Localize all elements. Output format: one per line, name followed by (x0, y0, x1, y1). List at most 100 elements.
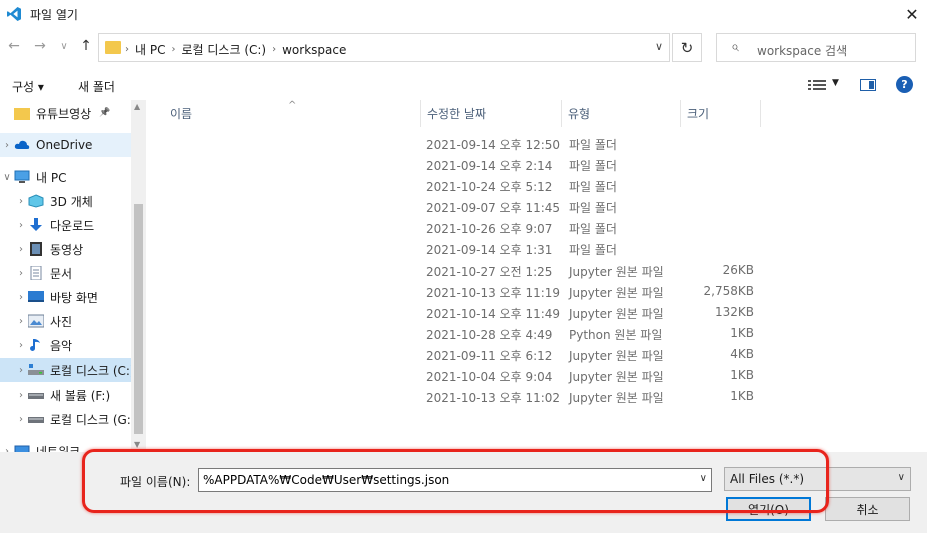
file-date: 2021-09-14 오후 12:50 (426, 138, 561, 152)
scroll-down-icon[interactable]: ▼ (134, 440, 140, 449)
navigation-pane: 유튜브영상 📌 › OneDrive ∨ 내 PC › 3D 개체 › 다운로드… (0, 100, 146, 452)
file-type: Jupyter 원본 파일 (569, 370, 664, 384)
close-icon[interactable]: ✕ (897, 0, 927, 28)
pin-icon[interactable]: 📌 (99, 108, 110, 118)
file-type: 파일 폴더 (569, 159, 617, 173)
address-bar[interactable]: › 내 PC › 로컬 디스크 (C:) › workspace ∨ (98, 33, 670, 62)
filename-label: 파일 이름(N): (120, 475, 191, 489)
filename-input[interactable]: %APPDATA%₩Code₩User₩settings.json ∨ (198, 468, 712, 492)
file-row[interactable]: 2021-10-04 오후 9:04 Jupyter 원본 파일 1KB (148, 365, 927, 386)
nav-item-onedrive[interactable]: › OneDrive (0, 133, 131, 157)
column-header-label: 이름 (170, 107, 193, 121)
file-row[interactable]: 2021-09-14 오후 12:50 파일 폴더 (148, 133, 927, 154)
nav-item-downloads[interactable]: › 다운로드 (0, 213, 131, 237)
command-bar: 구성 ▾ 새 폴더 ▼ ? (0, 70, 927, 100)
open-button[interactable]: 열기(O) (726, 497, 811, 521)
nav-item-documents[interactable]: › 문서 (0, 261, 131, 285)
file-type: Jupyter 원본 파일 (569, 391, 664, 405)
forward-icon[interactable]: → (30, 38, 50, 54)
nav-item-this-pc[interactable]: ∨ 내 PC (0, 165, 131, 189)
nav-item-music[interactable]: › 음악 (0, 333, 131, 357)
breadcrumb-item-pc[interactable]: 내 PC (135, 41, 165, 58)
expand-chevron-icon[interactable]: › (0, 340, 28, 351)
nav-item-network[interactable]: › 네트워크 (0, 439, 131, 452)
file-type: 파일 폴더 (569, 180, 617, 194)
file-row[interactable]: 2021-10-14 오후 11:49 Jupyter 원본 파일 132KB (148, 302, 927, 323)
file-type: Jupyter 원본 파일 (569, 286, 664, 300)
nav-item-local-disk-g[interactable]: › 로컬 디스크 (G:) (0, 407, 131, 431)
chevron-down-icon[interactable]: ∨ (898, 472, 905, 483)
nav-item-3d-objects[interactable]: › 3D 개체 (0, 189, 131, 213)
file-date: 2021-09-11 오후 6:12 (426, 349, 553, 363)
file-row[interactable]: 2021-10-24 오후 5:12 파일 폴더 (148, 175, 927, 196)
view-dropdown-icon[interactable]: ▼ (832, 78, 839, 88)
preview-pane-icon[interactable] (860, 79, 876, 91)
chevron-down-icon[interactable]: ∨ (700, 473, 707, 484)
nav-item-label: 사진 (50, 314, 73, 329)
file-date: 2021-10-13 오후 11:02 (426, 391, 561, 405)
expand-chevron-icon[interactable]: › (0, 196, 28, 207)
organize-button[interactable]: 구성 ▾ (12, 78, 44, 95)
nav-item-label: OneDrive (36, 138, 93, 152)
help-icon[interactable]: ? (896, 76, 913, 93)
file-date: 2021-10-24 오후 5:12 (426, 180, 553, 194)
cancel-button[interactable]: 취소 (825, 497, 910, 521)
window-title: 파일 열기 (30, 8, 78, 22)
back-icon[interactable]: ← (4, 38, 24, 54)
search-placeholder: workspace 검색 (757, 44, 848, 58)
file-row[interactable]: 2021-10-13 오후 11:02 Jupyter 원본 파일 1KB (148, 386, 927, 407)
expand-chevron-icon[interactable]: › (0, 292, 28, 303)
nav-item-youtube-folder[interactable]: 유튜브영상 📌 (0, 101, 131, 125)
search-input[interactable]: ⌕ workspace 검색 (716, 33, 916, 62)
folder-icon (14, 107, 30, 120)
file-row[interactable]: 2021-10-13 오후 11:19 Jupyter 원본 파일 2,758KB (148, 281, 927, 302)
expand-chevron-icon[interactable]: › (0, 365, 28, 376)
up-folder-icon[interactable]: ↑ (76, 38, 96, 54)
expand-chevron-icon[interactable]: › (0, 268, 28, 279)
chevron-down-icon[interactable]: ∨ (655, 40, 663, 53)
vscode-icon (7, 7, 21, 21)
file-list: 이름 ^ 수정한 날짜 유형 크기 2021-09-14 오후 12:50 파일 … (148, 100, 927, 452)
nav-item-label: 네트워크 (36, 444, 81, 453)
file-row[interactable]: 2021-09-14 오후 1:31 파일 폴더 (148, 238, 927, 259)
file-row[interactable]: 2021-09-07 오후 11:45 파일 폴더 (148, 196, 927, 217)
nav-item-videos[interactable]: › 동영상 (0, 237, 131, 261)
expand-chevron-icon[interactable]: › (0, 244, 28, 255)
expand-chevron-icon[interactable]: › (0, 414, 28, 425)
new-folder-button[interactable]: 새 폴더 (78, 78, 115, 95)
file-size: 1KB (730, 326, 754, 340)
column-header-size[interactable]: 크기 (681, 100, 761, 127)
column-header-label: 유형 (568, 107, 591, 121)
expand-chevron-icon[interactable]: › (0, 316, 28, 327)
scroll-up-icon[interactable]: ▲ (134, 102, 140, 111)
file-size: 1KB (730, 389, 754, 403)
nav-item-new-volume-f[interactable]: › 새 볼륨 (F:) (0, 383, 131, 407)
file-date: 2021-10-14 오후 11:49 (426, 307, 561, 321)
expand-chevron-icon[interactable]: › (0, 390, 28, 401)
file-row[interactable]: 2021-10-28 오후 4:49 Python 원본 파일 1KB (148, 323, 927, 344)
breadcrumb-item-local-disk[interactable]: 로컬 디스크 (C:) (181, 41, 266, 58)
view-details-icon[interactable] (808, 79, 826, 91)
breadcrumb-item-workspace[interactable]: workspace (282, 43, 346, 57)
navigation-scrollbar[interactable]: ▲ ▼ (131, 100, 146, 452)
refresh-button[interactable]: ↻ (672, 33, 702, 62)
file-size: 4KB (730, 347, 754, 361)
file-row[interactable]: 2021-09-14 오후 2:14 파일 폴더 (148, 154, 927, 175)
file-row[interactable]: 2021-10-27 오전 1:25 Jupyter 원본 파일 26KB (148, 260, 927, 281)
file-type-select[interactable]: All Files (*.*) ∨ (724, 467, 911, 491)
column-header-type[interactable]: 유형 (562, 100, 681, 127)
file-row[interactable]: 2021-10-26 오후 9:07 파일 폴더 (148, 217, 927, 238)
recent-locations-icon[interactable]: ∨ (54, 41, 74, 52)
nav-item-local-disk-c[interactable]: › 로컬 디스크 (C:) (0, 358, 131, 382)
breadcrumb: › 내 PC › 로컬 디스크 (C:) › workspace (125, 41, 346, 58)
expand-chevron-icon[interactable]: › (0, 220, 28, 231)
column-header-date[interactable]: 수정한 날짜 (421, 100, 562, 127)
collapse-chevron-icon[interactable]: ∨ (0, 172, 14, 183)
nav-item-pictures[interactable]: › 사진 (0, 309, 131, 333)
nav-item-desktop[interactable]: › 바탕 화면 (0, 285, 131, 309)
scrollbar-thumb[interactable] (134, 204, 143, 434)
file-row[interactable]: 2021-09-11 오후 6:12 Jupyter 원본 파일 4KB (148, 344, 927, 365)
expand-chevron-icon[interactable]: › (0, 140, 14, 151)
breadcrumb-separator: › (272, 44, 277, 55)
column-header-name[interactable]: 이름 (148, 100, 421, 127)
